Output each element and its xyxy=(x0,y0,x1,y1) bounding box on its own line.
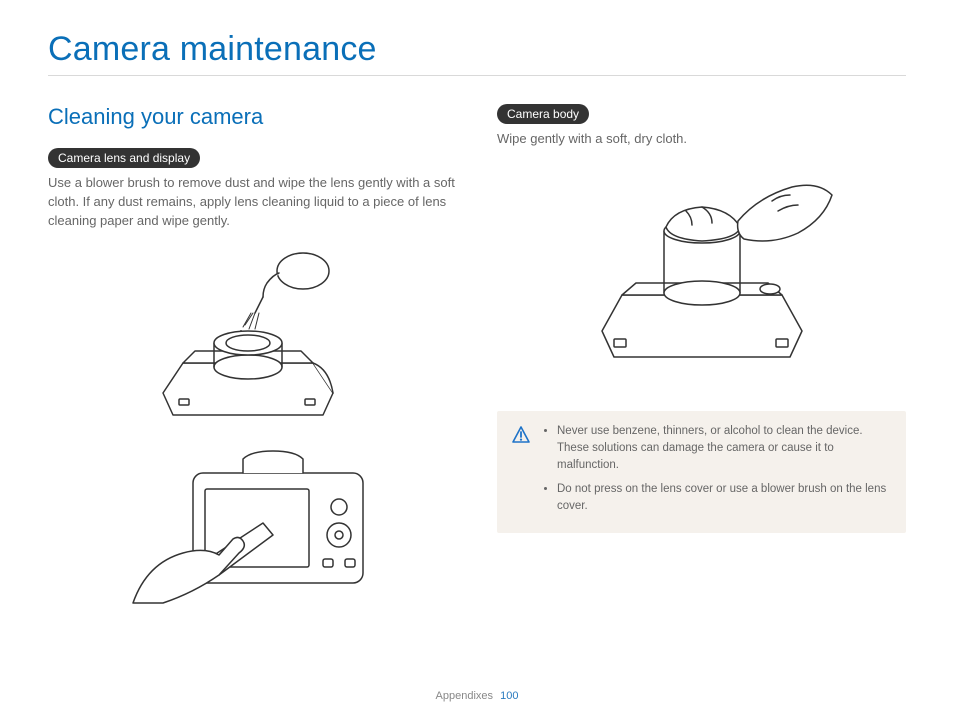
body-text-camera-body: Wipe gently with a soft, dry cloth. xyxy=(497,130,906,149)
body-text-lens-display: Use a blower brush to remove dust and wi… xyxy=(48,174,457,231)
footer-page-number: 100 xyxy=(500,690,518,702)
right-column: Camera body Wipe gently with a soft, dry… xyxy=(497,104,906,621)
title-rule xyxy=(48,75,906,76)
caution-icon xyxy=(511,425,531,521)
footer-section: Appendixes xyxy=(436,690,494,702)
page: Camera maintenance Cleaning your camera … xyxy=(0,0,954,720)
page-title: Camera maintenance xyxy=(48,30,906,69)
illustration-wipe-body xyxy=(562,161,842,381)
caution-callout: Never use benzene, thinners, or alcohol … xyxy=(497,411,906,533)
subheading-pill-camera-body: Camera body xyxy=(497,104,589,124)
subheading-pill-lens-display: Camera lens and display xyxy=(48,148,200,168)
page-footer: Appendixes 100 xyxy=(0,690,954,702)
caution-list: Never use benzene, thinners, or alcohol … xyxy=(541,423,892,521)
illustration-blower-brush xyxy=(123,243,383,433)
illustration-wipe-display xyxy=(123,443,383,613)
left-column: Cleaning your camera Camera lens and dis… xyxy=(48,104,457,621)
section-heading: Cleaning your camera xyxy=(48,104,457,130)
caution-item: Do not press on the lens cover or use a … xyxy=(557,481,892,516)
caution-item: Never use benzene, thinners, or alcohol … xyxy=(557,423,892,475)
two-column-layout: Cleaning your camera Camera lens and dis… xyxy=(48,104,906,621)
